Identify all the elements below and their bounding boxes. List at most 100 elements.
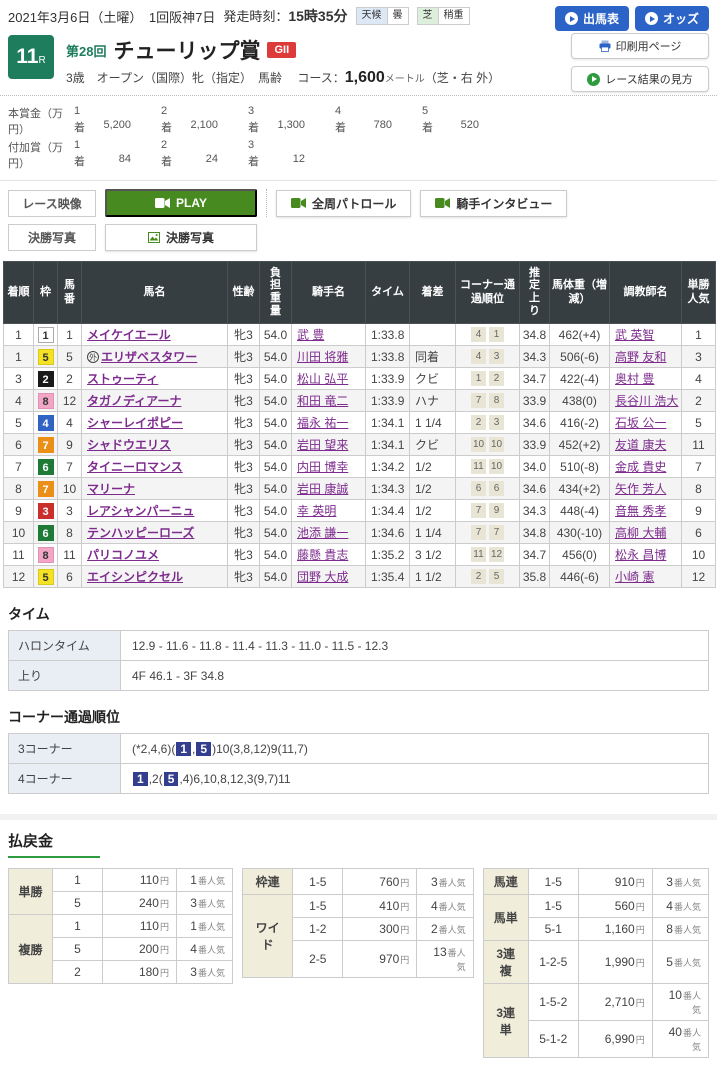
- horse-name-link[interactable]: エリザベスタワー: [101, 350, 197, 364]
- frame-cell: 8: [34, 390, 58, 412]
- horse-name-link[interactable]: シャーレイポピー: [87, 416, 183, 430]
- payout-group: 複勝1110円1番人気5200円4番人気2180円3番人気: [9, 915, 233, 984]
- popularity-suffix: 番人気: [198, 899, 225, 909]
- carried-weight: 54.0: [260, 346, 292, 368]
- result-guide-button[interactable]: レース結果の見方: [571, 66, 709, 92]
- payout-combination: 1-2: [293, 918, 343, 941]
- horse-name-link[interactable]: レアシャンパーニュ: [87, 504, 195, 518]
- prize-amount: 1,300: [267, 119, 305, 137]
- race-title: チューリップ賞: [113, 35, 260, 65]
- yen-unit: 円: [636, 878, 645, 888]
- horse-name-link[interactable]: ストゥーティ: [87, 372, 158, 386]
- horse-name-cell: パリコノユメ: [82, 544, 228, 566]
- payout-row: ワイド1-5410円4番人気: [243, 895, 474, 918]
- horse-name-link[interactable]: パリコノユメ: [87, 548, 159, 562]
- horse-name-link[interactable]: タイニーロマンス: [87, 460, 183, 474]
- print-page-button[interactable]: 印刷用ページ: [571, 33, 709, 59]
- payout-group: 3連複1-2-51,990円5番人気: [483, 941, 708, 984]
- time-row-label: 上り: [9, 661, 121, 691]
- jockey-link[interactable]: 幸 英明: [297, 504, 336, 518]
- prize-rank: 2: [161, 105, 172, 119]
- prize-pair: 2着24: [161, 139, 218, 171]
- horse-name-cell: タガノディアーナ: [82, 390, 228, 412]
- trainer-link[interactable]: 音無 秀孝: [615, 504, 666, 518]
- yen-unit: 円: [160, 945, 169, 955]
- patrol-video-button[interactable]: 全周パトロール: [276, 190, 411, 217]
- win-popularity: 12: [682, 566, 716, 588]
- prize-amount: 520: [441, 119, 479, 137]
- payout-amount: 200円: [103, 938, 177, 961]
- trainer-link[interactable]: 友道 康夫: [615, 438, 666, 452]
- finish-photo-button[interactable]: 決勝写真: [105, 224, 257, 251]
- frame-cell: 6: [34, 456, 58, 478]
- trainer-link[interactable]: 小崎 憲: [615, 570, 654, 584]
- horse-name-link[interactable]: マリーナ: [87, 482, 135, 496]
- jockey-link[interactable]: 和田 竜二: [297, 394, 348, 408]
- prize-rank-suffix: 着: [335, 119, 346, 137]
- horse-number: 7: [58, 456, 82, 478]
- jockey-cell: 和田 竜二: [292, 390, 366, 412]
- trainer-link[interactable]: 高野 友和: [615, 350, 666, 364]
- jockey-link[interactable]: 藤懸 貴志: [297, 548, 348, 562]
- jockey-link[interactable]: 武 豊: [297, 328, 324, 342]
- entries-button[interactable]: 出馬表: [555, 6, 629, 31]
- trainer-link[interactable]: 矢作 芳人: [615, 482, 666, 496]
- circle-arrow-icon: [565, 12, 578, 25]
- jockey-link[interactable]: 松山 弘平: [297, 372, 348, 386]
- margin: 1 1/4: [410, 412, 456, 434]
- jockey-link[interactable]: 川田 将雅: [297, 350, 348, 364]
- prize-pair: 3着1,300: [248, 105, 305, 137]
- frame-cell: 6: [34, 522, 58, 544]
- payout-popularity: 3番人気: [177, 892, 233, 915]
- play-video-button[interactable]: PLAY: [105, 189, 257, 217]
- yen-unit: 円: [400, 955, 409, 965]
- trainer-link[interactable]: 奥村 豊: [615, 372, 654, 386]
- trainer-link[interactable]: 武 英智: [615, 328, 654, 342]
- jockey-link[interactable]: 福永 祐一: [297, 416, 348, 430]
- horse-name-link[interactable]: メイケイエール: [87, 328, 171, 342]
- finish-position: 7: [4, 456, 34, 478]
- trainer-cell: 高柳 大輔: [610, 522, 682, 544]
- trainer-link[interactable]: 金成 貴史: [615, 460, 666, 474]
- horse-name-link[interactable]: テンハッピーローズ: [87, 526, 194, 540]
- odds-button[interactable]: オッズ: [635, 6, 709, 31]
- trainer-cell: 松永 昌博: [610, 544, 682, 566]
- corner-order-cell: 1010: [456, 434, 520, 456]
- trainer-link[interactable]: 松永 昌博: [615, 548, 666, 562]
- time-row: 上り4F 46.1 - 3F 34.8: [9, 661, 709, 691]
- jockey-link[interactable]: 池添 謙一: [297, 526, 348, 540]
- race-edition: 第28回: [66, 41, 106, 60]
- sex-age: 牝3: [228, 412, 260, 434]
- horse-name-link[interactable]: シャドウエリス: [87, 438, 171, 452]
- finish-time: 1:34.3: [366, 478, 410, 500]
- finish-time: 1:34.2: [366, 456, 410, 478]
- trainer-link[interactable]: 長谷川 浩大: [615, 394, 678, 408]
- payout-row: 3連単1-5-22,710円10番人気: [483, 984, 708, 1021]
- prize-pair: 4着780: [335, 105, 392, 137]
- prize-rank-suffix: 着: [248, 119, 259, 137]
- jockey-link[interactable]: 岩田 康誠: [297, 482, 348, 496]
- frame-number: 6: [38, 459, 54, 475]
- result-row: 544シャーレイポピー牝354.0福永 祐一1:34.11 1/42334.64…: [4, 412, 716, 434]
- frame-number: 8: [38, 393, 54, 409]
- payout-popularity: 4番人気: [417, 895, 473, 918]
- jockey-link[interactable]: 岩田 望来: [297, 438, 348, 452]
- prize-rank: 4: [335, 105, 346, 119]
- corner-row-value: (*2,4,6)(1,5)10(3,8,12)9(11,7): [121, 734, 709, 764]
- highlighted-horse-number: 1: [176, 742, 191, 756]
- horse-name-link[interactable]: エイシンピクセル: [87, 570, 183, 584]
- col-last-3f: 推定上り: [520, 262, 550, 324]
- payout-combination: 1: [53, 869, 103, 892]
- horse-name-link[interactable]: タガノディアーナ: [87, 394, 181, 408]
- popularity-suffix: 番人気: [674, 925, 701, 935]
- sex-age: 牝3: [228, 324, 260, 346]
- jockey-interview-button[interactable]: 騎手インタビュー: [420, 190, 567, 217]
- trainer-link[interactable]: 石坂 公一: [615, 416, 666, 430]
- jockey-link[interactable]: 内田 博幸: [297, 460, 348, 474]
- col-finish-position: 着順: [4, 262, 34, 324]
- weather-badge: 天候 曇: [356, 7, 409, 25]
- trainer-link[interactable]: 高柳 大輔: [615, 526, 666, 540]
- jockey-link[interactable]: 団野 大成: [297, 570, 348, 584]
- finish-position: 9: [4, 500, 34, 522]
- col-margin: 着差: [410, 262, 456, 324]
